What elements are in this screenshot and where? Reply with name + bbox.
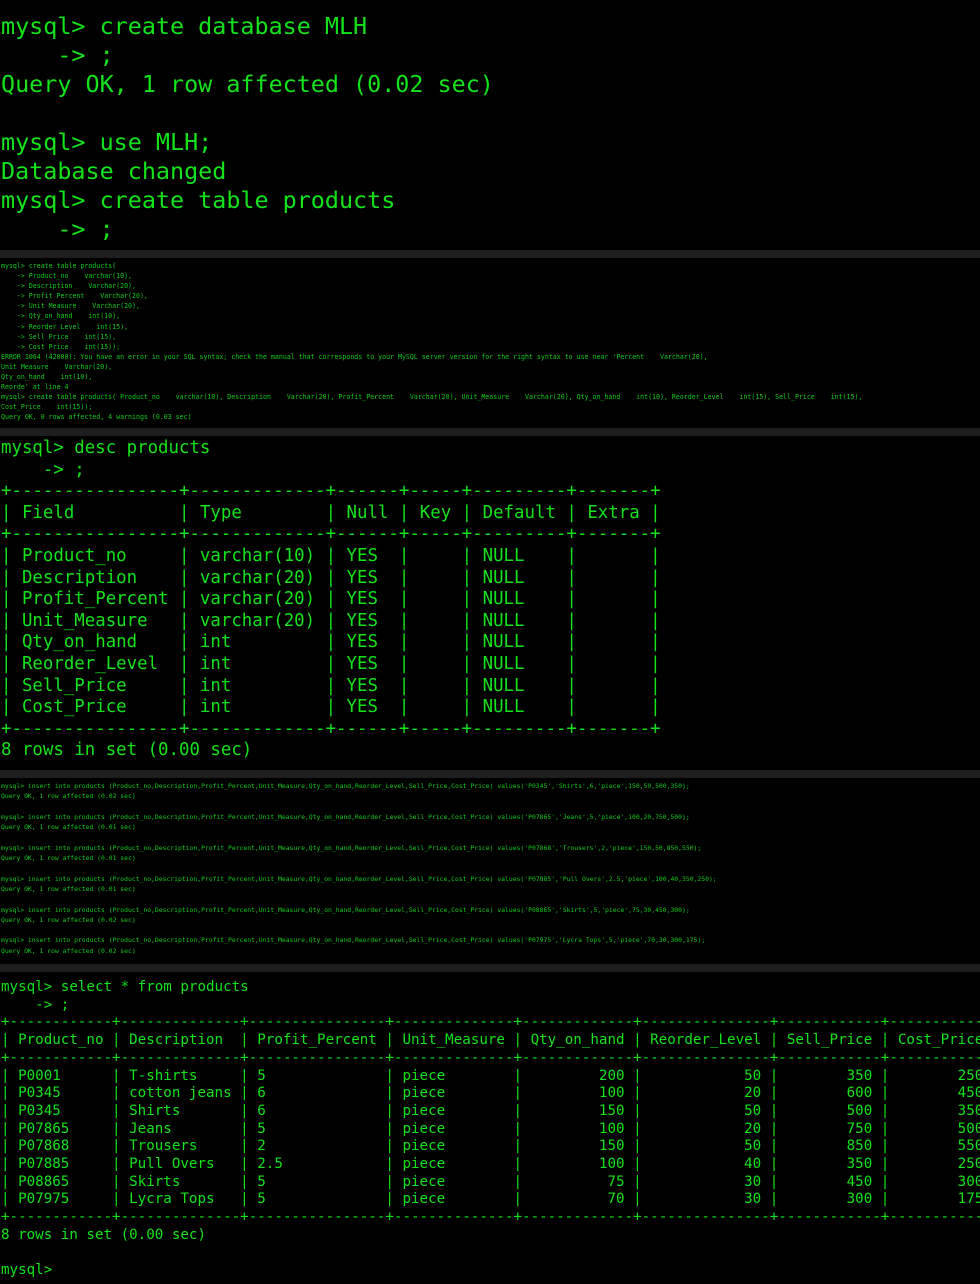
- terminal-line: +----------------+-------------+------+-…: [1, 481, 661, 502]
- terminal-line: ERROR 1064 (42000): You have an error in…: [1, 352, 708, 361]
- terminal-line: mysql> insert into products (Product_no,…: [1, 843, 702, 852]
- terminal-line: +------------+--------------+-----------…: [1, 1049, 980, 1066]
- terminal-line: | P0345 | Shirts | 6 | piece | 150 | 50 …: [1, 1102, 980, 1119]
- terminal-line: | Product_no | Description | Profit_Perc…: [1, 1032, 980, 1049]
- terminal-line: -> Reorder Level int(15),: [1, 322, 129, 331]
- terminal-line: mysql> create table products( Product_no…: [1, 393, 863, 402]
- terminal-line: mysql> desc products: [1, 438, 211, 458]
- terminal-line: -> Unit Measure Varchar(20),: [1, 302, 140, 311]
- terminal-line: +------------+--------------+-----------…: [1, 1209, 980, 1226]
- terminal-line: | Profit_Percent | varchar(20) | YES | |…: [1, 589, 661, 610]
- terminal-line: -> Sell Price int(15),: [1, 332, 117, 341]
- terminal-line: mysql> use MLH;: [1, 128, 213, 156]
- terminal-line: mysql> insert into products (Product_no,…: [1, 782, 690, 790]
- terminal-line: | P08865 | Skirts | 5 | piece | 75 | 30 …: [1, 1173, 980, 1190]
- terminal-line: -> Cost Price int(15));: [1, 342, 121, 351]
- terminal-line: Cost_Price int(15));: [1, 403, 93, 412]
- terminal-line: -> ;: [1, 41, 114, 69]
- terminal-line: | Unit_Measure | varchar(20) | YES | | N…: [1, 610, 661, 631]
- terminal-line: | Sell_Price | int | YES | | NULL | |: [1, 675, 661, 696]
- terminal-line: mysql> insert into products (Product_no,…: [1, 812, 690, 821]
- terminal-line: mysql> insert into products (Product_no,…: [1, 905, 690, 914]
- terminal-line: Qty_on_hand int(10),: [1, 373, 93, 382]
- terminal-line: Query OK, 1 row affected (0.02 sec): [1, 915, 136, 924]
- terminal-line: +----------------+-------------+------+-…: [1, 524, 661, 545]
- terminal-panel-select-products[interactable]: mysql> select * from products -> ; +-----…: [0, 972, 980, 1284]
- terminal-panel-desc-products: mysql> desc products -> ; +--------------…: [0, 436, 980, 770]
- terminal-line: | P07868 | Trousers | 2 | piece | 150 | …: [1, 1138, 980, 1155]
- terminal-line: -> Profit Percent Varchar(20),: [1, 292, 148, 301]
- terminal-line: | P07885 | Pull Overs | 2.5 | piece | 10…: [1, 1156, 980, 1173]
- terminal-line: -> ;: [1, 215, 114, 243]
- terminal-line: mysql>: [1, 1262, 61, 1279]
- terminal-line: -> Product_no varchar(10),: [1, 272, 133, 281]
- panel-divider: [0, 964, 980, 972]
- terminal-line: mysql> insert into products (Product_no,…: [1, 874, 717, 883]
- terminal-line: Query OK, 1 row affected (0.02 sec): [1, 792, 136, 801]
- terminal-line: | Field | Type | Null | Key | Default | …: [1, 502, 661, 523]
- terminal-output: mysql> create database MLH -> ; Query OK,…: [0, 0, 980, 244]
- panel-divider: [0, 250, 980, 258]
- terminal-line: | Reorder_Level | int | YES | | NULL | |: [1, 653, 661, 674]
- panel-divider: [0, 770, 980, 778]
- panel-divider: [0, 428, 980, 436]
- terminal-line: Reorde' at line 4: [1, 383, 69, 392]
- terminal-output: mysql> insert into products (Product_no,…: [0, 778, 980, 956]
- terminal-line: Query OK, 1 row affected (0.02 sec): [1, 946, 136, 955]
- terminal-line: Query OK, 1 row affected (0.01 sec): [1, 854, 136, 863]
- terminal-line: 8 rows in set (0.00 sec): [1, 1226, 206, 1243]
- terminal-line: mysql> create table products(: [1, 262, 117, 270]
- terminal-line: Query OK, 1 row affected (0.01 sec): [1, 884, 136, 893]
- terminal-line: | Product_no | varchar(10) | YES | | NUL…: [1, 545, 661, 566]
- terminal-line: | P0001 | T-shirts | 5 | piece | 200 | 5…: [1, 1067, 980, 1084]
- terminal-line: Unit Measure Varchar(20),: [1, 362, 113, 371]
- terminal-line: -> Description Varchar(20),: [1, 282, 136, 291]
- terminal-line: -> ;: [1, 459, 85, 480]
- terminal-line: Query OK, 1 row affected (0.01 sec): [1, 823, 136, 832]
- terminal-line: 8 rows in set (0.00 sec): [1, 740, 253, 761]
- terminal-line: -> ;: [1, 996, 70, 1013]
- terminal-output[interactable]: mysql> select * from products -> ; +-----…: [0, 972, 980, 1280]
- terminal-line: | P07865 | Jeans | 5 | piece | 100 | 20 …: [1, 1120, 980, 1137]
- terminal-panel-create-table-error: mysql> create table products( -> Product…: [0, 258, 980, 428]
- terminal-line: +------------+--------------+-----------…: [1, 1014, 980, 1031]
- terminal-line: Database changed: [1, 157, 227, 185]
- terminal-output: mysql> desc products -> ; +--------------…: [0, 436, 980, 762]
- terminal-line: mysql> insert into products (Product_no,…: [1, 936, 706, 945]
- terminal-line: | Qty_on_hand | int | YES | | NULL | |: [1, 632, 661, 653]
- terminal-line: | P0345 | cotton jeans | 6 | piece | 100…: [1, 1085, 980, 1102]
- terminal-line: Query OK, 1 row affected (0.02 sec): [1, 70, 494, 98]
- terminal-line: mysql> select * from products: [1, 979, 249, 995]
- terminal-panel-create-database: mysql> create database MLH -> ; Query OK,…: [0, 0, 980, 250]
- terminal-line: +----------------+-------------+------+-…: [1, 718, 661, 739]
- terminal-output: mysql> create table products( -> Product…: [0, 258, 980, 423]
- terminal-panel-insert-statements: mysql> insert into products (Product_no,…: [0, 778, 980, 964]
- terminal-line: | Description | varchar(20) | YES | | NU…: [1, 567, 661, 588]
- terminal-line: mysql> create database MLH: [1, 12, 368, 40]
- terminal-line: mysql> create table products: [1, 186, 396, 214]
- terminal-line: | P07975 | Lycra Tops | 5 | piece | 70 |…: [1, 1191, 980, 1208]
- terminal-line: | Cost_Price | int | YES | | NULL | |: [1, 697, 661, 718]
- terminal-line: -> Qty_on_hand int(10),: [1, 312, 121, 321]
- terminal-line: Query OK, 0 rows affected, 4 warnings (0…: [1, 413, 192, 422]
